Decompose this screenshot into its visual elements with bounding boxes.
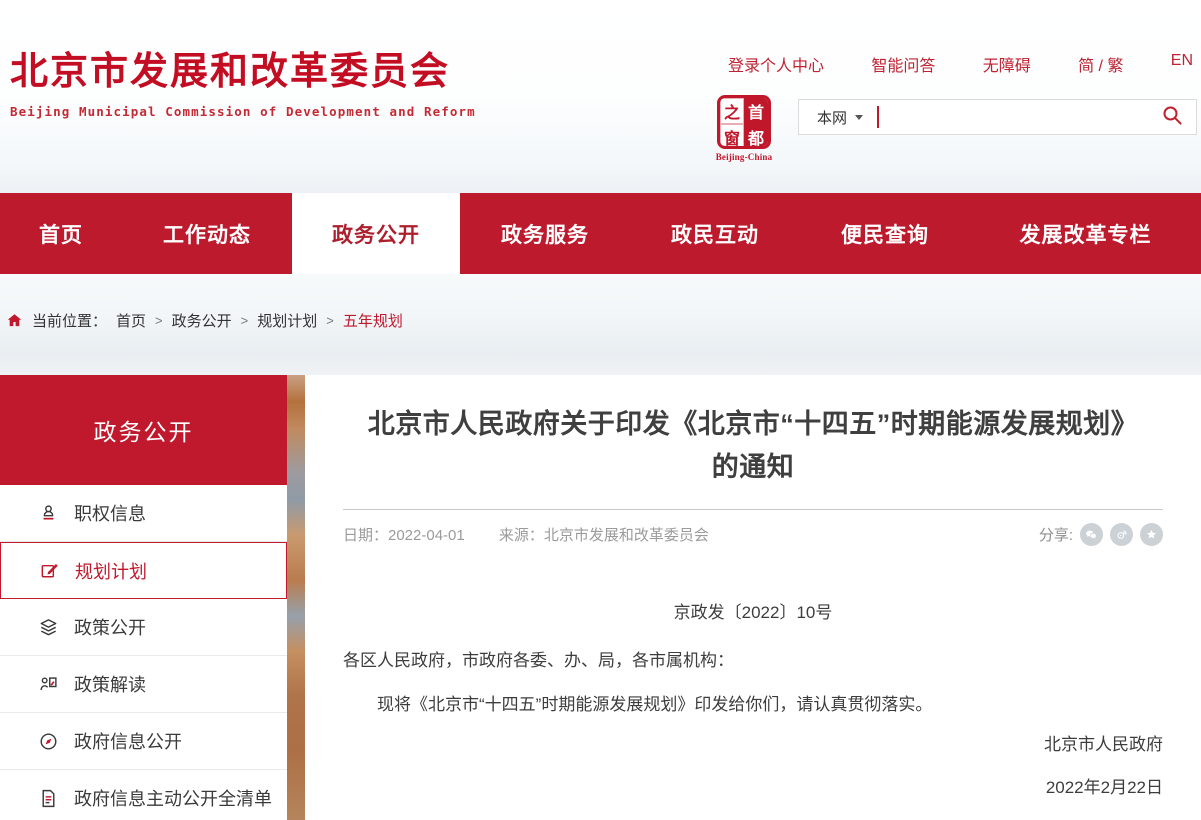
breadcrumb-item[interactable]: 五年规划 — [343, 310, 403, 331]
header-right: 登录个人中心 智能问答 无障碍 简 / 繁 EN 之首窗都 Beijing-China … — [712, 52, 1197, 162]
stamp-character: 之 — [720, 98, 744, 124]
stamp-character: 都 — [744, 124, 768, 149]
article-panel: 北京市人民政府关于印发《北京市“十四五”时期能源发展规划》 的通知 日期：202… — [305, 375, 1201, 820]
breadcrumb: 当前位置： 首页 > 政务公开 > 规划计划 > 五年规划 — [0, 274, 1201, 331]
site-logo-title: 北京市发展和改革委员会 — [10, 40, 476, 95]
sidebar-item-label: 政府信息主动公开全清单 — [74, 785, 272, 811]
nav-item[interactable]: 工作动态 — [122, 193, 292, 274]
capital-window-logo[interactable]: 之首窗都 Beijing-China — [712, 95, 776, 162]
breadcrumb-separator: > — [326, 313, 334, 328]
sidebar-item[interactable]: 规划计划 — [0, 542, 287, 599]
breadcrumb-prefix: 当前位置： — [32, 310, 107, 331]
sidebar-item-label: 政府信息公开 — [74, 728, 182, 754]
compass-icon — [36, 729, 60, 753]
site-header: 北京市发展和改革委员会 Beijing Municipal Commission… — [0, 0, 1201, 193]
share-bar: 分享: — [1039, 523, 1163, 546]
search-button[interactable] — [1150, 100, 1196, 134]
sidebar-item-label: 政策公开 — [74, 614, 146, 640]
article-source: 来源：北京市发展和改革委员会 — [499, 527, 709, 544]
search-input[interactable] — [879, 100, 1150, 134]
site-logo-subtitle: Beijing Municipal Commission of Developm… — [10, 104, 476, 119]
document-icon — [36, 786, 60, 810]
search-box: 本网 — [798, 99, 1197, 135]
nav-item[interactable]: 政务服务 — [460, 193, 630, 274]
capital-window-caption: Beijing-China — [712, 152, 776, 162]
top-link-login[interactable]: 登录个人中心 — [728, 52, 824, 76]
top-link-accessibility[interactable]: 无障碍 — [983, 52, 1031, 76]
article-signature-date: 2022年2月22日 — [343, 773, 1163, 798]
breadcrumb-item[interactable]: 规划计划 — [257, 310, 317, 331]
page: 北京市发展和改革委员会 Beijing Municipal Commission… — [0, 0, 1201, 820]
nav-item[interactable]: 便民查询 — [800, 193, 970, 274]
nav-item[interactable]: 政民互动 — [630, 193, 800, 274]
document-number: 京政发〔2022〕10号 — [343, 598, 1163, 623]
breadcrumb-separator: > — [155, 313, 163, 328]
sidebar-header[interactable]: 政务公开 — [0, 375, 287, 485]
search-scope-label: 本网 — [817, 107, 847, 128]
top-link-smart-qa[interactable]: 智能问答 — [871, 52, 935, 76]
wechat-icon[interactable] — [1080, 523, 1103, 546]
article-meta: 日期：2022-04-01 来源：北京市发展和改革委员会 分享: — [343, 523, 1163, 546]
chevron-down-icon — [855, 115, 863, 120]
article-paragraph: 各区人民政府，市政府各委、办、局，各市属机构： — [343, 647, 1163, 674]
sidebar-item[interactable]: 职权信息 — [0, 485, 287, 542]
article-title: 北京市人民政府关于印发《北京市“十四五”时期能源发展规划》 的通知 — [343, 403, 1163, 489]
search-row: 之首窗都 Beijing-China 本网 — [712, 95, 1197, 162]
sidebar-list: 职权信息规划计划政策公开政策解读政府信息公开政府信息主动公开全清单 — [0, 485, 287, 820]
search-icon — [1161, 104, 1185, 131]
article-paragraph: 现将《北京市“十四五”时期能源发展规划》印发给你们，请认真贯彻落实。 — [343, 691, 1163, 718]
breadcrumb-item[interactable]: 政务公开 — [172, 310, 232, 331]
breadcrumb-item[interactable]: 首页 — [116, 310, 146, 331]
edit-icon — [37, 559, 61, 583]
top-link-simplified-traditional[interactable]: 简 / 繁 — [1078, 52, 1123, 76]
breadcrumb-separator: > — [241, 313, 249, 328]
sidebar-item[interactable]: 政府信息主动公开全清单 — [0, 770, 287, 820]
star-icon[interactable] — [1140, 523, 1163, 546]
share-label: 分享: — [1039, 524, 1073, 545]
search-scope-dropdown[interactable]: 本网 — [799, 107, 877, 128]
article-date: 日期：2022-04-01 — [343, 527, 465, 544]
nav-item[interactable]: 首页 — [0, 193, 122, 274]
main-nav: 首页工作动态政务公开政务服务政民互动便民查询发展改革专栏 — [0, 193, 1201, 274]
nav-item[interactable]: 发展改革专栏 — [970, 193, 1201, 274]
weibo-icon[interactable] — [1110, 523, 1133, 546]
person-board-icon — [36, 672, 60, 696]
nav-item[interactable]: 政务公开 — [292, 193, 460, 274]
layers-icon — [36, 615, 60, 639]
background-image-strip — [287, 375, 305, 820]
top-link-english[interactable]: EN — [1171, 52, 1193, 76]
sidebar-item[interactable]: 政策公开 — [0, 599, 287, 656]
sidebar-item[interactable]: 政府信息公开 — [0, 713, 287, 770]
sidebar: 政务公开 职权信息规划计划政策公开政策解读政府信息公开政府信息主动公开全清单 — [0, 375, 287, 820]
sidebar-item-label: 政策解读 — [74, 671, 146, 697]
sidebar-item[interactable]: 政策解读 — [0, 656, 287, 713]
top-links: 登录个人中心 智能问答 无障碍 简 / 繁 EN — [712, 52, 1197, 76]
capital-window-seal: 之首窗都 — [717, 95, 771, 149]
stamp-icon — [36, 501, 60, 525]
sidebar-item-label: 规划计划 — [75, 558, 147, 584]
title-divider — [343, 509, 1163, 510]
breadcrumb-band: 当前位置： 首页 > 政务公开 > 规划计划 > 五年规划 — [0, 274, 1201, 375]
stamp-character: 首 — [744, 98, 768, 124]
home-icon[interactable] — [6, 312, 23, 329]
sidebar-item-label: 职权信息 — [74, 500, 146, 526]
site-logo[interactable]: 北京市发展和改革委员会 Beijing Municipal Commission… — [10, 40, 476, 119]
stamp-character: 窗 — [720, 124, 744, 149]
main-area: 政务公开 职权信息规划计划政策公开政策解读政府信息公开政府信息主动公开全清单 北… — [0, 375, 1201, 820]
article-signature: 北京市人民政府 — [343, 730, 1163, 755]
